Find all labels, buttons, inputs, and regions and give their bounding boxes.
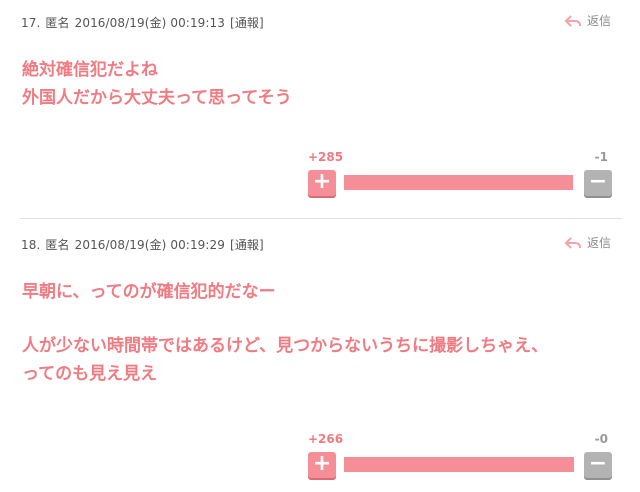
reply-label: 返信 <box>586 14 611 28</box>
reply-label: 返信 <box>586 236 611 250</box>
comment-item: 18. 匿名 2016/08/19(金) 00:19:29 [通報] 返信 早朝に、っ… <box>0 222 640 492</box>
comment-item: 17. 匿名 2016/08/19(金) 00:19:13 [通報] 返信 絶対確信犯… <box>0 0 640 218</box>
comment-line: ってのも見え見え <box>22 364 158 384</box>
comment-body: 早朝に、ってのが確信犯的だなー 人が少ない時間帯ではあるけど、見つからないうちに… <box>22 278 622 388</box>
comment-author: 匿名 <box>45 16 70 30</box>
minus-count: -0 <box>594 432 608 446</box>
reply-button[interactable]: 返信 <box>564 12 611 29</box>
comment-line: 絶対確信犯だよね <box>22 60 158 80</box>
vote-ratio-bar <box>344 175 573 190</box>
minus-count: -1 <box>594 150 608 164</box>
comment-line: 人が少ない時間帯ではあるけど、見つからないうちに撮影しちゃえ、 <box>22 336 549 356</box>
plus-count: +266 <box>308 432 344 446</box>
plus-vote-button[interactable]: + <box>308 452 336 478</box>
vote-ratio-bar <box>344 457 574 472</box>
minus-vote-button[interactable]: − <box>584 170 612 196</box>
plus-count: +285 <box>308 150 344 164</box>
reply-arrow-icon <box>564 14 581 27</box>
comment-meta: 18. 匿名 2016/08/19(金) 00:19:29 [通報] <box>21 236 269 253</box>
reply-button[interactable]: 返信 <box>564 234 611 251</box>
report-link[interactable]: [通報] <box>230 16 264 30</box>
comment-number: 17. <box>21 16 41 30</box>
comment-author: 匿名 <box>45 238 70 252</box>
plus-vote-button[interactable]: + <box>308 170 336 196</box>
comment-line: 早朝に、ってのが確信犯的だなー <box>22 282 276 302</box>
minus-vote-button[interactable]: − <box>584 452 612 478</box>
comment-line: 外国人だから大丈夫って思ってそう <box>22 88 292 108</box>
comment-blank-line <box>22 306 622 332</box>
comment-datetime: 2016/08/19(金) 00:19:13 <box>74 16 226 30</box>
comment-number: 18. <box>21 238 41 252</box>
comment-meta: 17. 匿名 2016/08/19(金) 00:19:13 [通報] <box>21 14 269 31</box>
report-link[interactable]: [通報] <box>230 238 264 252</box>
vote-area: +266 -0 + − <box>308 432 612 482</box>
vote-area: +285 -1 + − <box>308 150 612 200</box>
comment-divider <box>20 218 622 219</box>
comment-datetime: 2016/08/19(金) 00:19:29 <box>74 238 226 252</box>
reply-arrow-icon <box>564 236 581 249</box>
comment-body: 絶対確信犯だよね 外国人だから大丈夫って思ってそう <box>22 56 622 112</box>
